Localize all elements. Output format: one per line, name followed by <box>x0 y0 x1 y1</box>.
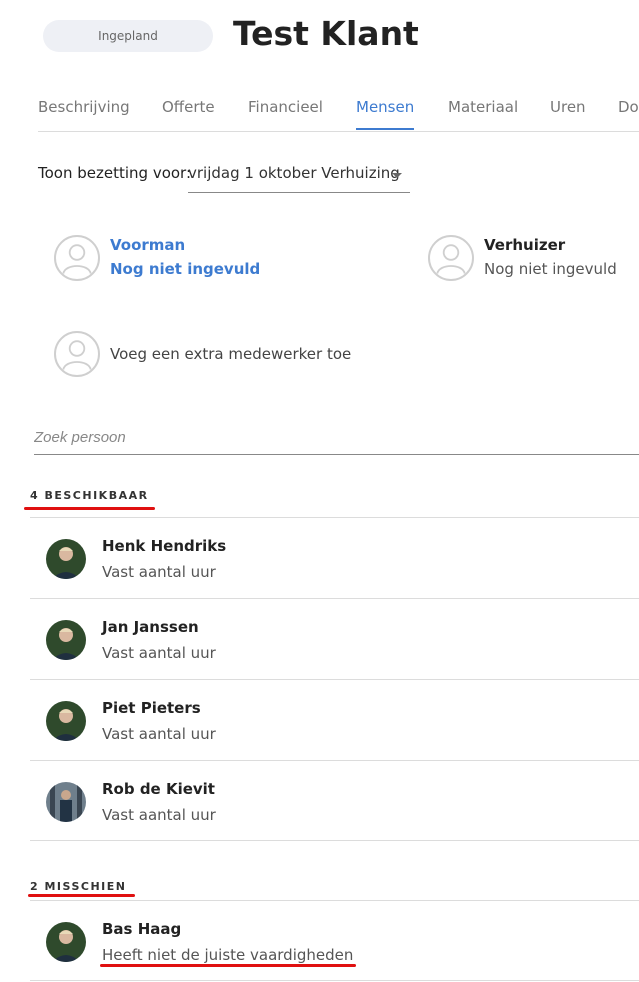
role-voorman-status[interactable]: Nog niet ingevuld <box>110 260 260 278</box>
avatar <box>46 620 86 660</box>
person-name: Rob de Kievit <box>102 780 215 798</box>
section-header-beschikbaar: 4 BESCHIKBAAR <box>30 489 149 502</box>
page-title: Test Klant <box>233 14 419 53</box>
person-status: Vast aantal uur <box>102 563 216 581</box>
person-status: Vast aantal uur <box>102 806 216 824</box>
person-name: Piet Pieters <box>102 699 201 717</box>
avatar <box>46 782 86 822</box>
list-item[interactable]: Rob de Kievit Vast aantal uur <box>30 760 639 841</box>
section-header-misschien: 2 MISSCHIEN <box>30 880 127 893</box>
search-input[interactable] <box>34 420 639 455</box>
caret-down-icon <box>392 173 402 178</box>
person-status: Heeft niet de juiste vaardigheden <box>102 946 354 964</box>
tab-financieel[interactable]: Financieel <box>248 98 323 116</box>
occupancy-select-value: vrijdag 1 oktober Verhuizing <box>188 164 400 182</box>
list-item[interactable]: Bas Haag Heeft niet de juiste vaardighed… <box>30 900 639 981</box>
role-verhuizer-title[interactable]: Verhuizer <box>484 236 565 254</box>
role-voorman-title[interactable]: Voorman <box>110 236 185 254</box>
red-annotation-underline <box>100 964 356 967</box>
status-badge: Ingepland <box>43 20 213 52</box>
add-employee-button[interactable]: Voeg een extra medewerker toe <box>110 345 351 363</box>
tab-documenten[interactable]: Do <box>618 98 639 116</box>
tab-materiaal[interactable]: Materiaal <box>448 98 518 116</box>
tab-bar: Beschrijving Offerte Financieel Mensen M… <box>38 84 639 132</box>
person-name: Jan Janssen <box>102 618 199 636</box>
list-item[interactable]: Henk Hendriks Vast aantal uur <box>30 517 639 598</box>
avatar <box>46 701 86 741</box>
occupancy-label: Toon bezetting voor: <box>38 164 192 182</box>
occupancy-select[interactable]: vrijdag 1 oktober Verhuizing <box>188 154 410 193</box>
user-placeholder-icon[interactable] <box>428 235 474 281</box>
person-name: Bas Haag <box>102 920 182 938</box>
avatar <box>46 539 86 579</box>
list-item[interactable]: Jan Janssen Vast aantal uur <box>30 598 639 679</box>
tab-beschrijving[interactable]: Beschrijving <box>38 98 130 116</box>
person-status: Vast aantal uur <box>102 725 216 743</box>
red-annotation-underline <box>24 507 155 510</box>
avatar <box>46 922 86 962</box>
list-item[interactable]: Piet Pieters Vast aantal uur <box>30 679 639 760</box>
tab-mensen[interactable]: Mensen <box>356 98 415 130</box>
person-status: Vast aantal uur <box>102 644 216 662</box>
role-verhuizer-status: Nog niet ingevuld <box>484 260 617 278</box>
tab-offerte[interactable]: Offerte <box>162 98 215 116</box>
add-employee-icon[interactable] <box>54 331 100 377</box>
red-annotation-underline <box>28 894 135 897</box>
tab-uren[interactable]: Uren <box>550 98 586 116</box>
person-name: Henk Hendriks <box>102 537 227 555</box>
user-placeholder-icon[interactable] <box>54 235 100 281</box>
